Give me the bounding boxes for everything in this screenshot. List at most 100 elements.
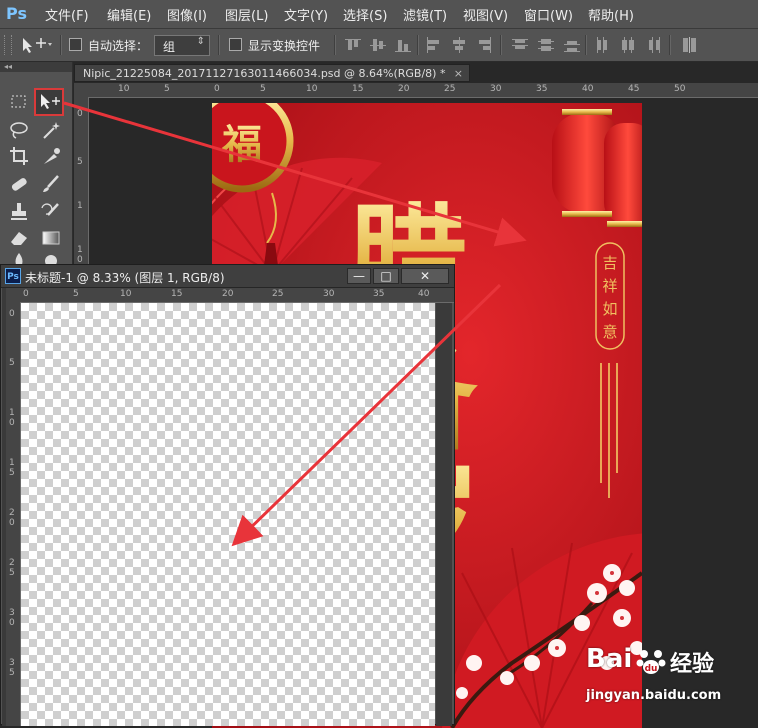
- ruler-label: 0: [77, 109, 83, 119]
- ruler-label: 20: [398, 84, 410, 94]
- show-transform-checkbox[interactable]: [229, 38, 242, 51]
- watermark-brand: Bai: [586, 644, 633, 674]
- eraser-tool[interactable]: [6, 226, 32, 250]
- distribute-horizontal-center-icon[interactable]: [620, 37, 636, 53]
- ruler-label: 45: [628, 84, 640, 94]
- menu-file[interactable]: 文件(F): [45, 5, 89, 24]
- ruler-label: 2: [9, 508, 15, 518]
- ruler-label: 3: [9, 608, 15, 618]
- align-bottom-icon[interactable]: [395, 37, 411, 53]
- close-button[interactable]: ✕: [401, 268, 449, 284]
- document-window-titlebar[interactable]: Ps 未标题-1 @ 8.33% (图层 1, RGB/8) — □ ✕: [1, 265, 454, 288]
- transparent-canvas[interactable]: [21, 303, 435, 726]
- options-separator: [669, 35, 671, 55]
- align-right-icon[interactable]: [476, 37, 492, 53]
- menu-layer[interactable]: 图层(L): [225, 5, 268, 24]
- photoshop-logo: Ps: [6, 4, 27, 23]
- untitled-document-window[interactable]: Ps 未标题-1 @ 8.33% (图层 1, RGB/8) — □ ✕ 0 5…: [0, 264, 455, 726]
- ruler-label: 10: [120, 289, 132, 299]
- move-arrow-icon: [41, 94, 60, 109]
- options-grip[interactable]: [4, 35, 12, 55]
- menu-select[interactable]: 选择(S): [343, 5, 387, 24]
- crop-tool[interactable]: [6, 144, 32, 168]
- options-separator: [585, 35, 587, 55]
- auto-select-checkbox[interactable]: [69, 38, 82, 51]
- document-tab-close-icon[interactable]: ×: [454, 65, 463, 83]
- move-tool[interactable]: [34, 88, 64, 116]
- ruler-label: 0: [214, 84, 220, 94]
- seal-char-4: 意: [602, 323, 617, 341]
- show-transform-label: 显示变换控件: [248, 39, 321, 53]
- ruler-label: 5: [260, 84, 266, 94]
- ruler-label: 1: [9, 408, 15, 418]
- menu-filter[interactable]: 滤镜(T): [403, 5, 447, 24]
- auto-align-layers-icon[interactable]: [682, 37, 698, 53]
- auto-select-target-dropdown[interactable]: 组 ⇕: [154, 35, 210, 56]
- seal-char-2: 祥: [602, 277, 617, 295]
- ruler-label: 5: [9, 568, 15, 578]
- menu-image[interactable]: 图像(I): [167, 5, 207, 24]
- magic-wand-tool[interactable]: [38, 118, 64, 142]
- document-window-title: 未标题-1 @ 8.33% (图层 1, RGB/8): [25, 271, 225, 285]
- distribute-left-icon[interactable]: [595, 37, 611, 53]
- distribute-top-icon[interactable]: [512, 37, 528, 53]
- ruler-label: 5: [73, 289, 79, 299]
- gradient-tool[interactable]: [38, 226, 64, 250]
- lasso-tool[interactable]: [6, 118, 32, 142]
- options-separator: [60, 35, 62, 55]
- menu-edit[interactable]: 编辑(E): [107, 5, 151, 24]
- ruler-label: 30: [490, 84, 502, 94]
- ruler-label: 10: [118, 84, 130, 94]
- auto-select-label: 自动选择：: [88, 39, 149, 53]
- ruler-label: 0: [9, 418, 15, 428]
- align-left-icon[interactable]: [426, 37, 442, 53]
- ruler-label: 0: [9, 518, 15, 528]
- menu-help[interactable]: 帮助(H): [588, 5, 634, 24]
- ruler-label: 20: [222, 289, 234, 299]
- ruler-label: 25: [444, 84, 456, 94]
- align-top-icon[interactable]: [345, 37, 361, 53]
- vertical-scrollbar[interactable]: [436, 303, 452, 726]
- menu-view[interactable]: 视图(V): [463, 5, 508, 24]
- watermark-brand-suffix: 经验: [670, 652, 715, 677]
- document-tab[interactable]: Nipic_21225084_20171127163011466034.psd …: [74, 64, 470, 82]
- dropdown-value: 组: [163, 40, 176, 54]
- toolbox-collapse-bar[interactable]: ◂◂: [0, 62, 72, 72]
- eyedropper-tool[interactable]: [38, 144, 64, 168]
- ruler-label: 0: [9, 309, 15, 319]
- seal-char-3: 如: [602, 300, 617, 318]
- options-separator: [218, 35, 220, 55]
- ruler-label: 3: [9, 658, 15, 668]
- clone-stamp-tool[interactable]: [6, 200, 32, 224]
- fu-character: 福: [221, 121, 262, 168]
- menu-window[interactable]: 窗口(W): [524, 5, 573, 24]
- menu-type[interactable]: 文字(Y): [284, 5, 328, 24]
- options-separator: [500, 35, 502, 55]
- seal-char-1: 吉: [602, 254, 617, 272]
- marquee-tool[interactable]: [6, 90, 32, 114]
- distribute-bottom-icon[interactable]: [564, 37, 580, 53]
- maximize-button[interactable]: □: [373, 268, 399, 284]
- align-horizontal-center-icon[interactable]: [451, 37, 467, 53]
- healing-brush-tool[interactable]: [6, 172, 32, 196]
- ruler-label: 1: [77, 245, 83, 255]
- ruler-label: 2: [9, 558, 15, 568]
- move-tool-preset-icon[interactable]: [18, 35, 54, 55]
- brush-tool[interactable]: [38, 172, 64, 196]
- horizontal-ruler[interactable]: 10 5 0 5 10 15 20 25 30 35 40 45 50: [74, 83, 758, 98]
- ruler-label: 15: [171, 289, 183, 299]
- menu-bar: Ps 文件(F) 编辑(E) 图像(I) 图层(L) 文字(Y) 选择(S) 滤…: [0, 0, 758, 29]
- vertical-ruler[interactable]: 0 5 1 0 1 5 2 0 2 5 3 0 3 5: [6, 302, 21, 726]
- horizontal-ruler[interactable]: 0 5 10 15 20 25 30 35 40: [6, 288, 454, 303]
- distribute-right-icon[interactable]: [645, 37, 661, 53]
- ruler-label: 40: [582, 84, 594, 94]
- ruler-label: 5: [9, 468, 15, 478]
- ruler-label: 5: [9, 668, 15, 678]
- photoshop-doc-icon: Ps: [5, 268, 21, 284]
- ruler-label: 1: [9, 458, 15, 468]
- history-brush-tool[interactable]: [38, 200, 64, 224]
- document-tab-title: Nipic_21225084_20171127163011466034.psd …: [83, 67, 446, 80]
- distribute-vertical-center-icon[interactable]: [538, 37, 554, 53]
- minimize-button[interactable]: —: [347, 268, 371, 284]
- align-vertical-center-icon[interactable]: [370, 37, 386, 53]
